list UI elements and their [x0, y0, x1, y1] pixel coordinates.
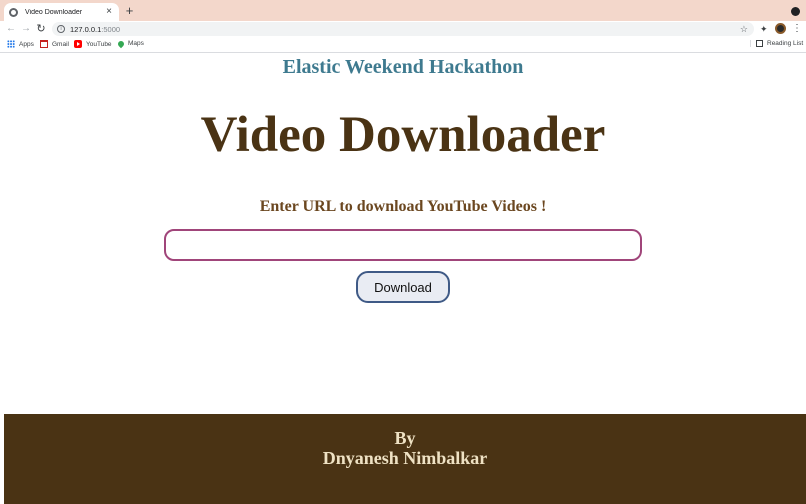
reload-icon[interactable]: ↻	[34, 22, 48, 36]
tab-title: Video Downloader	[25, 8, 83, 16]
hackathon-heading: Elastic Weekend Hackathon	[282, 56, 524, 78]
url-input[interactable]	[164, 229, 642, 261]
extensions-puzzle-icon[interactable]: ✦	[760, 23, 768, 35]
bookmark-label: Maps	[128, 40, 144, 47]
close-tab-icon[interactable]: ×	[104, 7, 114, 17]
url-port: :5000	[101, 24, 121, 34]
download-button[interactable]: Download	[356, 271, 450, 303]
gmail-icon	[40, 40, 48, 48]
bookmark-maps[interactable]: Maps	[116, 39, 144, 48]
youtube-icon	[74, 40, 82, 48]
bookmark-youtube[interactable]: YouTube	[74, 40, 112, 48]
author-name: Dnyanesh Nimbalkar	[322, 448, 488, 468]
footer-by-label: By	[394, 428, 416, 448]
tab-search-icon[interactable]	[791, 7, 800, 16]
reading-list-label: Reading List	[767, 40, 804, 47]
new-tab-button[interactable]: +	[123, 4, 136, 17]
footer: By Dnyanesh Nimbalkar	[4, 414, 806, 504]
maps-pin-icon	[116, 39, 126, 48]
bookmark-label: YouTube	[86, 40, 112, 48]
page-content: Elastic Weekend Hackathon Video Download…	[0, 54, 806, 504]
reading-list-icon	[756, 40, 763, 47]
reading-list-button[interactable]: Reading List	[750, 40, 803, 47]
bookmarks-bar: Apps Gmail YouTube Maps Reading List	[0, 37, 806, 53]
profile-avatar[interactable]	[775, 23, 786, 34]
forward-arrow-icon[interactable]: →	[19, 22, 33, 36]
bookmark-gmail[interactable]: Gmail	[40, 40, 69, 48]
back-arrow-icon[interactable]: ←	[4, 22, 18, 36]
bookmark-apps[interactable]: Apps	[7, 40, 34, 48]
address-bar[interactable]: i 127.0.0.1:5000 ☆	[52, 22, 754, 36]
bookmark-label: Apps	[19, 40, 34, 48]
apps-grid-icon	[7, 40, 15, 48]
tab-video-downloader[interactable]: Video Downloader ×	[4, 3, 119, 21]
instruction-heading: Enter URL to download YouTube Videos !	[259, 198, 547, 215]
url-host: 127.0.0.1	[70, 24, 102, 34]
globe-icon	[9, 7, 18, 17]
more-menu-icon[interactable]: ⋮	[792, 22, 802, 35]
browser-toolbar: ← → ↻ i 127.0.0.1:5000 ☆	[0, 21, 806, 37]
page-title: Video Downloader	[200, 107, 606, 163]
site-info-icon[interactable]: i	[57, 25, 65, 33]
url-text: 127.0.0.1:5000	[70, 25, 120, 34]
bookmark-label: Gmail	[52, 40, 69, 48]
tab-strip: Video Downloader × +	[0, 0, 806, 21]
bookmark-star-icon[interactable]: ☆	[740, 23, 748, 35]
